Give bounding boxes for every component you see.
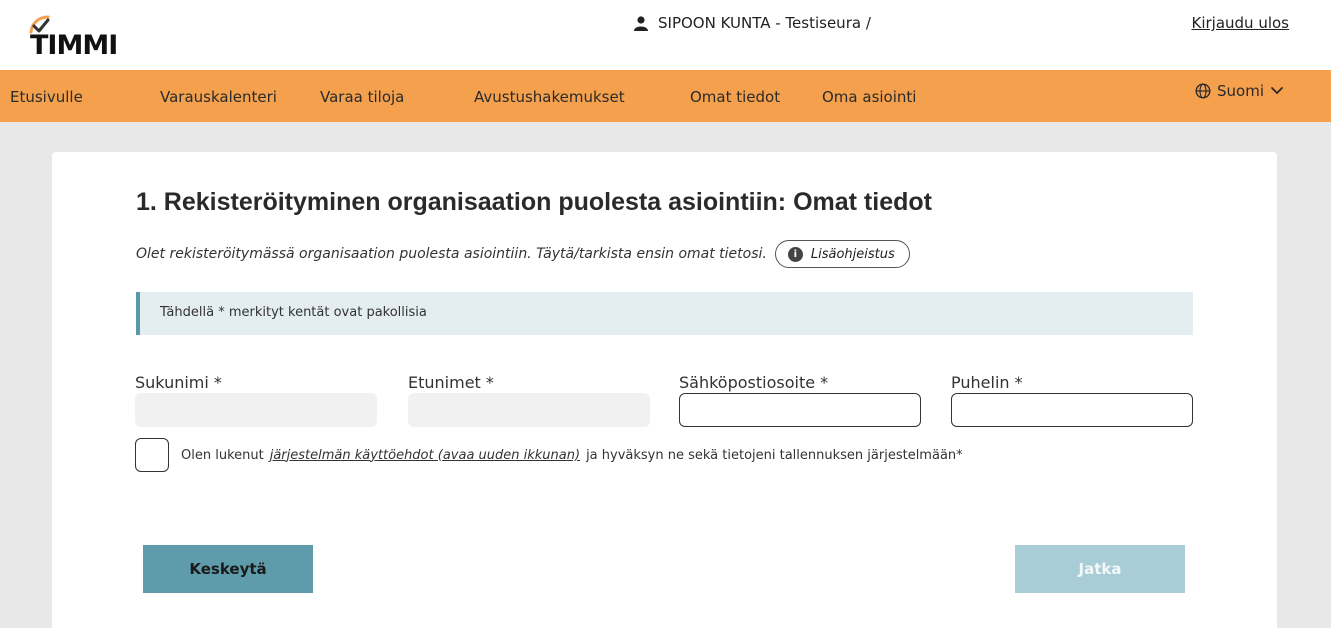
nav-item-varaa-tiloja[interactable]: Varaa tiloja — [320, 88, 404, 106]
globe-icon — [1195, 83, 1211, 99]
last-name-field[interactable] — [135, 393, 377, 427]
chevron-down-icon — [1271, 87, 1283, 95]
nav-item-varauskalenteri[interactable]: Varauskalenteri — [160, 88, 277, 106]
terms-prefix: Olen lukenut — [181, 447, 264, 463]
email-label: Sähköpostiosoite * — [679, 373, 829, 392]
terms-suffix: ja hyväksyn ne sekä tietojeni tallennuks… — [586, 447, 963, 463]
timmi-logo[interactable]: TIMMI — [28, 14, 128, 61]
intro-row: Olet rekisteröitymässä organisaation puo… — [136, 240, 910, 268]
language-label: Suomi — [1217, 82, 1264, 100]
user-icon — [634, 15, 648, 31]
terms-row: Olen lukenut järjestelmän käyttöehdot (a… — [135, 438, 963, 472]
help-button[interactable]: i Lisäohjeistus — [774, 240, 910, 268]
email-field[interactable] — [679, 393, 921, 427]
user-label: SIPOON KUNTA - Testiseura / — [658, 14, 871, 32]
first-names-field[interactable] — [408, 393, 650, 427]
language-selector[interactable]: Suomi — [1195, 82, 1284, 100]
nav-item-etusivulle[interactable]: Etusivulle — [10, 88, 83, 106]
top-header: TIMMI SIPOON KUNTA - Testiseura / Kirjau… — [0, 0, 1331, 70]
help-label: Lisäohjeistus — [810, 246, 895, 262]
terms-link[interactable]: järjestelmän käyttöehdot (avaa uuden ikk… — [270, 448, 580, 463]
logo-text: TIMMI — [30, 30, 118, 61]
main-nav: Etusivulle Varauskalenteri Varaa tiloja … — [0, 70, 1331, 122]
first-names-label: Etunimet * — [408, 373, 494, 392]
intro-text: Olet rekisteröitymässä organisaation puo… — [136, 246, 767, 262]
continue-button[interactable]: Jatka — [1015, 545, 1185, 593]
nav-item-omat-tiedot[interactable]: Omat tiedot — [690, 88, 780, 106]
nav-item-oma-asiointi[interactable]: Oma asiointi — [822, 88, 916, 106]
current-user: SIPOON KUNTA - Testiseura / — [634, 14, 871, 32]
cancel-button[interactable]: Keskeytä — [143, 545, 313, 593]
nav-item-avustushakemukset[interactable]: Avustushakemukset — [474, 88, 625, 106]
phone-field[interactable] — [951, 393, 1193, 427]
logout-link[interactable]: Kirjaudu ulos — [1192, 14, 1290, 32]
registration-card: 1. Rekisteröityminen organisaation puole… — [52, 152, 1277, 628]
last-name-label: Sukunimi * — [135, 373, 222, 392]
info-icon: i — [787, 246, 803, 262]
required-fields-notice: Tähdellä * merkityt kentät ovat pakollis… — [136, 292, 1193, 335]
page-title: 1. Rekisteröityminen organisaation puole… — [136, 188, 932, 216]
terms-checkbox[interactable] — [135, 438, 169, 472]
phone-label: Puhelin * — [951, 373, 1023, 392]
